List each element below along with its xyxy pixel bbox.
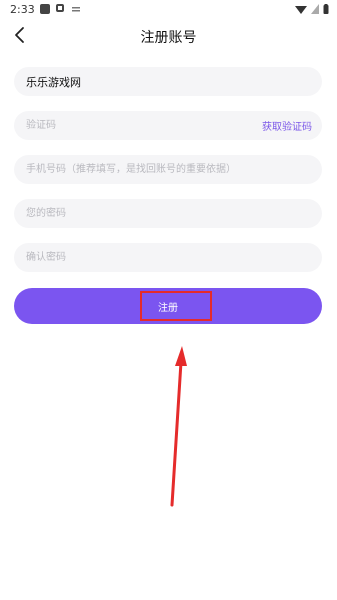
notification-icon (72, 7, 80, 12)
username-input[interactable] (24, 74, 312, 89)
page-title: 注册账号 (140, 30, 197, 46)
battery-icon (323, 4, 329, 14)
status-right (295, 4, 329, 14)
phone-input[interactable] (24, 163, 312, 176)
wifi-icon (295, 6, 307, 14)
status-time: 2:33 (10, 3, 35, 16)
status-bar: 2:33 (0, 0, 337, 20)
nav-bar: 注册账号 (0, 22, 337, 50)
notification-icon (40, 4, 50, 14)
signal-icon (311, 4, 319, 14)
confirm-password-field[interactable] (14, 243, 322, 272)
password-field[interactable] (14, 199, 322, 228)
confirm-password-input[interactable] (24, 251, 312, 264)
phone-field[interactable] (14, 155, 322, 184)
code-field[interactable]: 获取验证码 (14, 111, 322, 140)
get-code-button[interactable]: 获取验证码 (262, 118, 312, 133)
highlight-box (140, 291, 212, 321)
password-input[interactable] (24, 207, 312, 220)
username-field[interactable] (14, 67, 322, 96)
code-input[interactable] (24, 119, 262, 132)
notification-icon (56, 4, 64, 12)
